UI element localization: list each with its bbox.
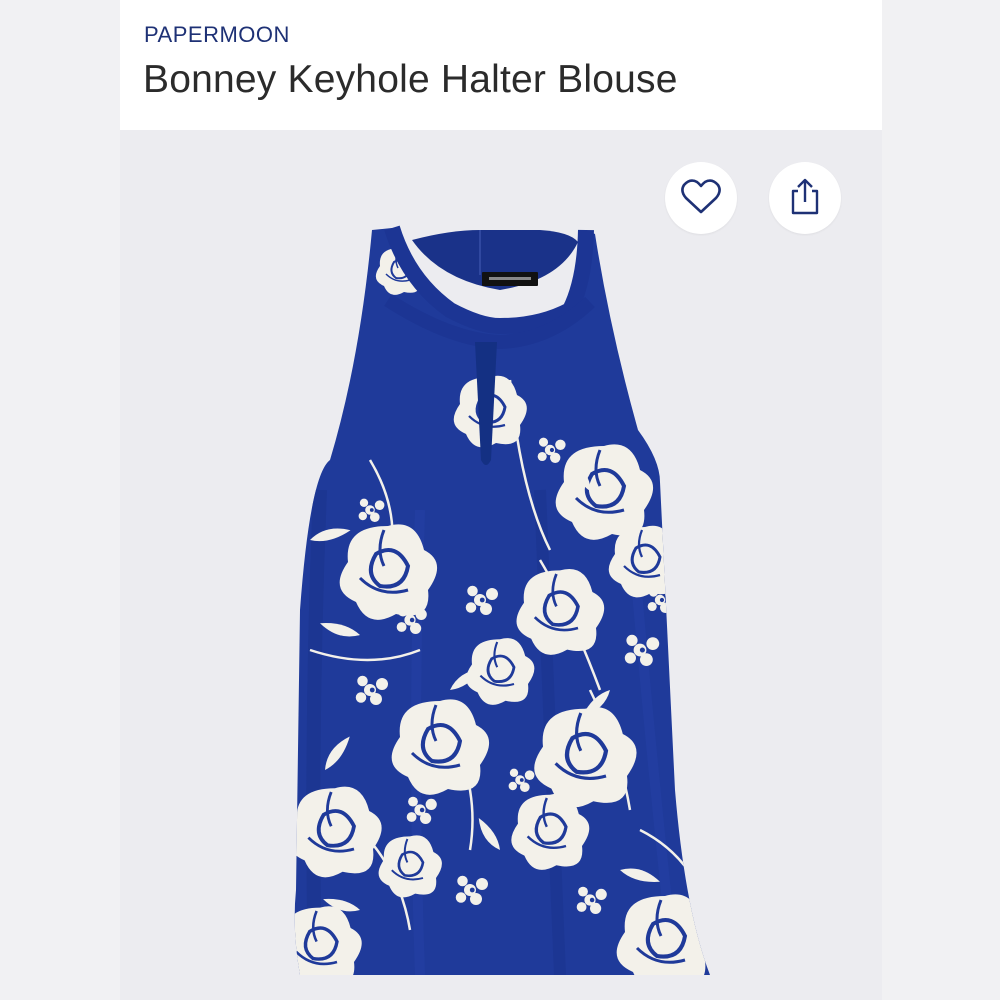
product-image (294, 225, 710, 975)
brand-name[interactable]: PAPERMOON (144, 22, 290, 48)
product-image-area (120, 130, 882, 1000)
product-title: Bonney Keyhole Halter Blouse (143, 58, 678, 101)
share-button[interactable] (769, 162, 841, 234)
left-margin (0, 0, 120, 1000)
right-margin (882, 0, 1000, 1000)
favorite-button[interactable] (665, 162, 737, 234)
product-header: PAPERMOON Bonney Keyhole Halter Blouse (120, 0, 882, 130)
share-upload-icon (788, 177, 822, 220)
heart-outline-icon (680, 178, 722, 219)
